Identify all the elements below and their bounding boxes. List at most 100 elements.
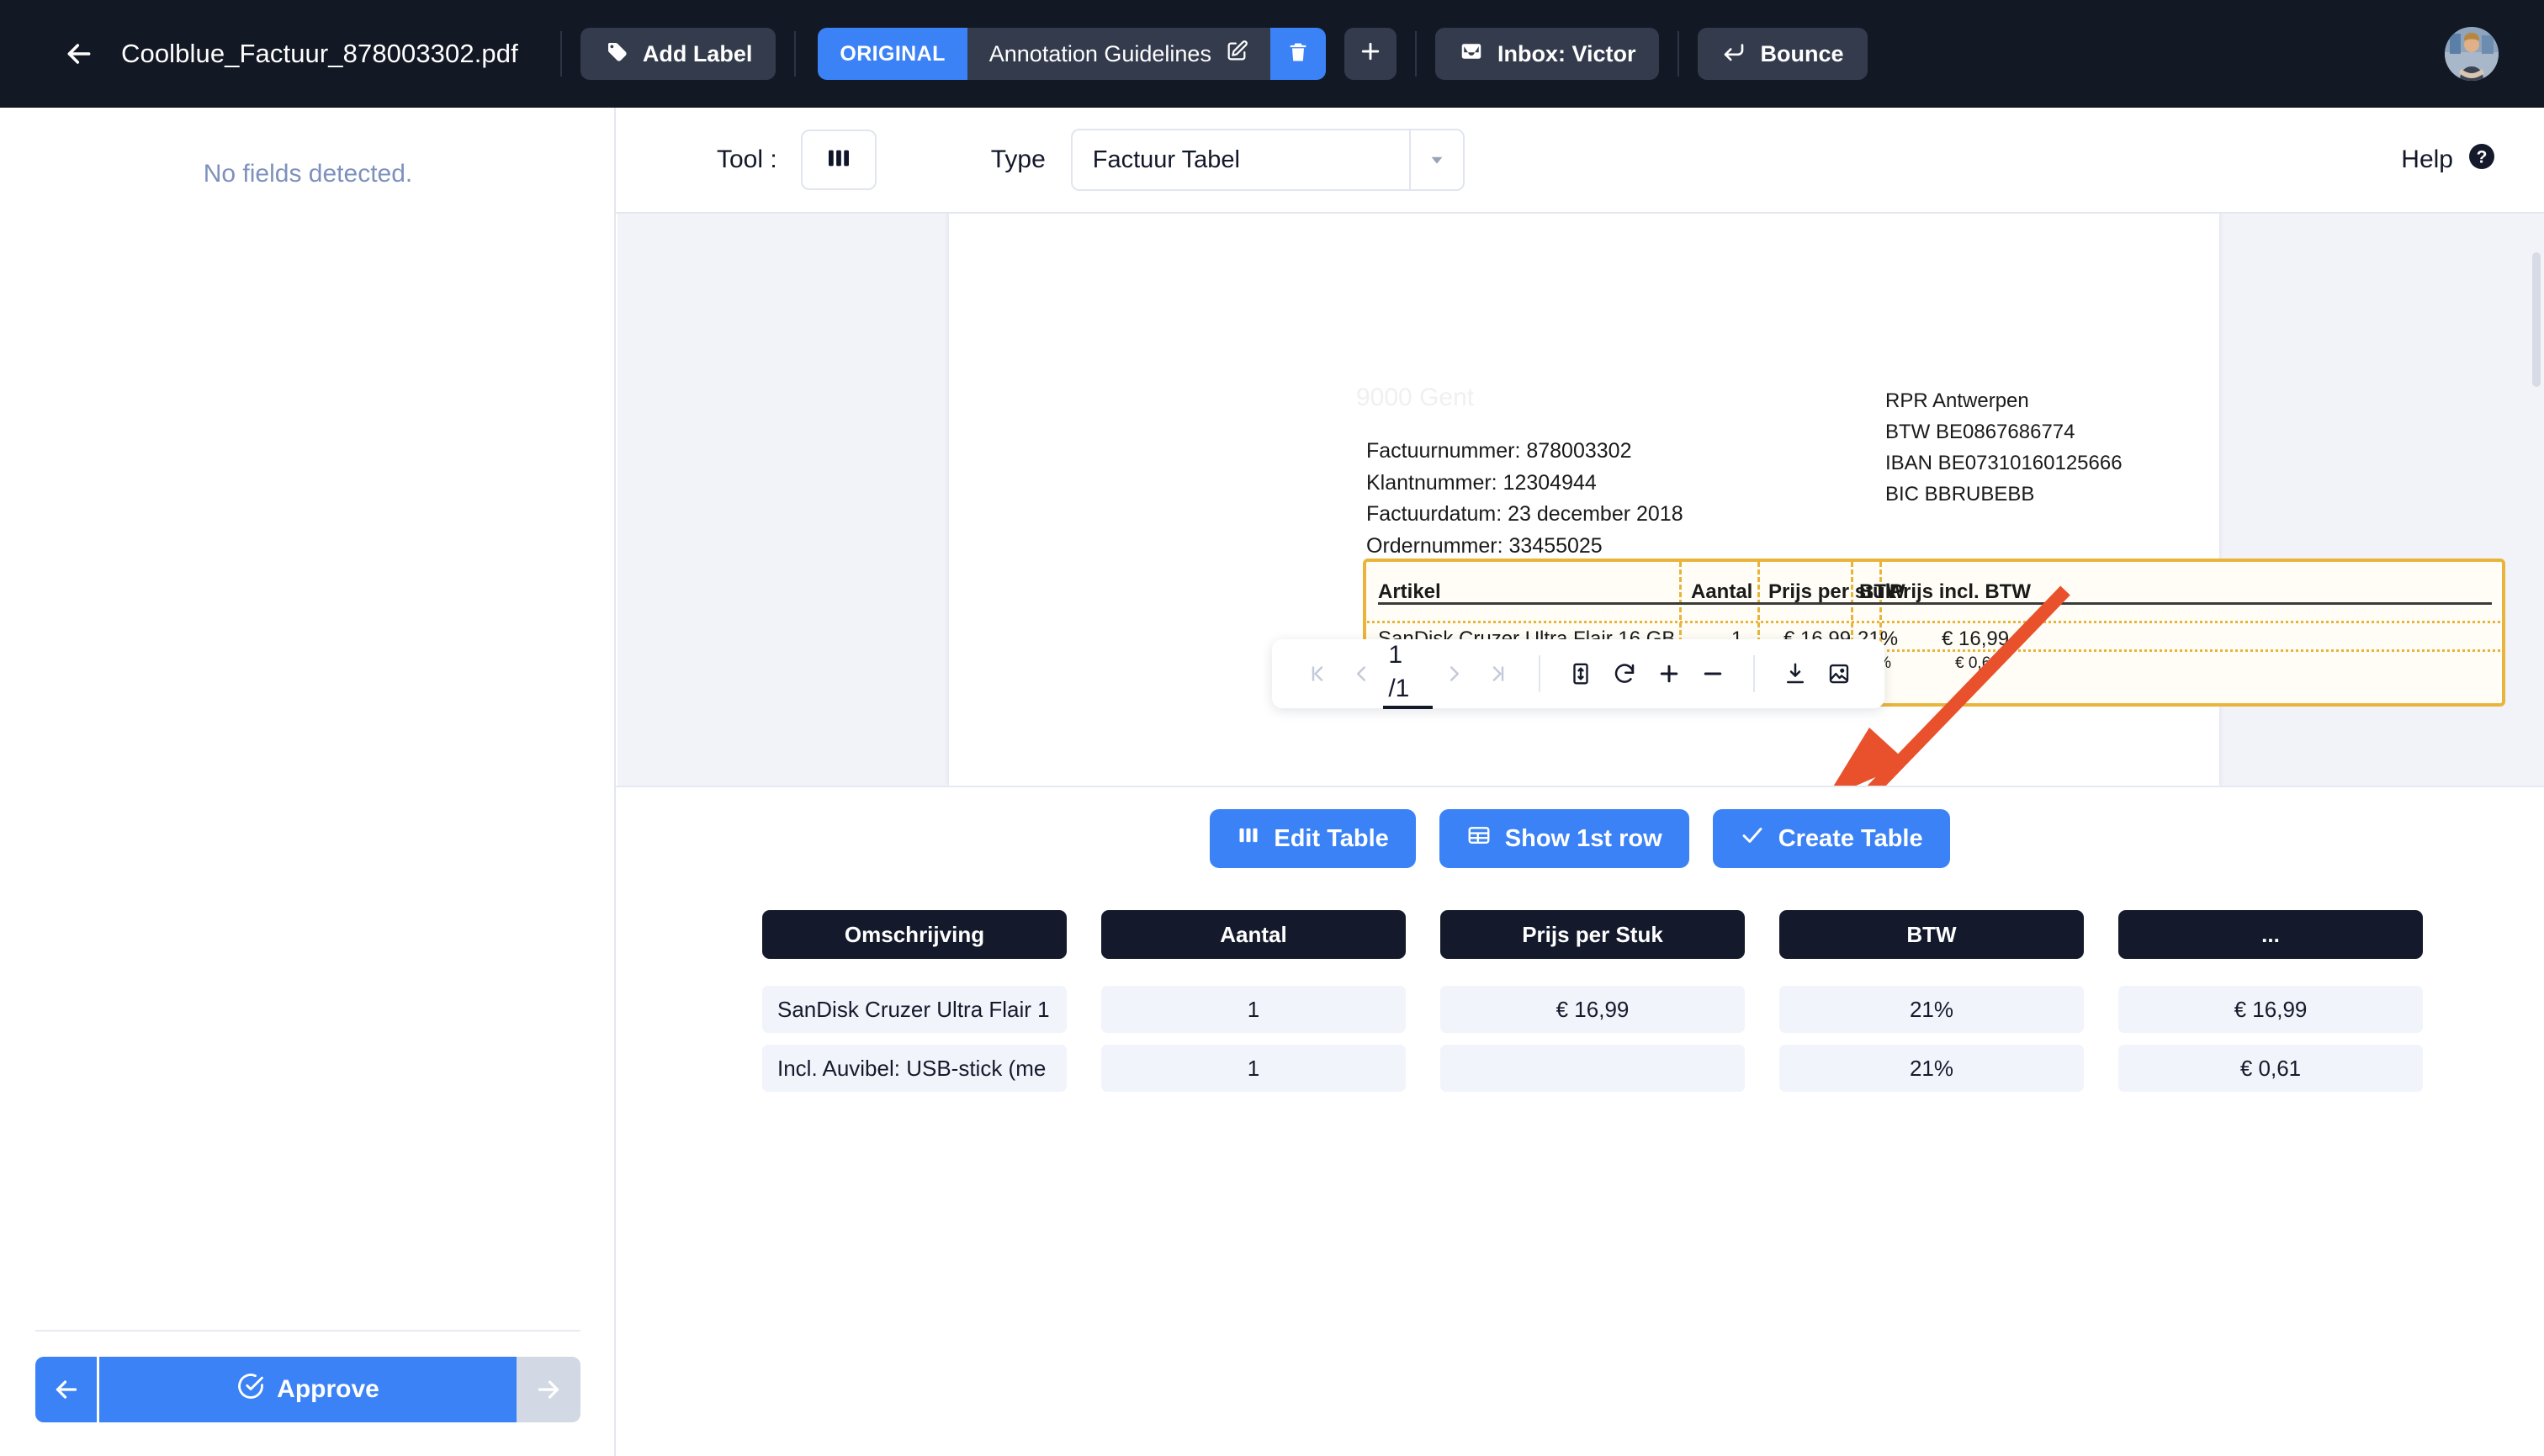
app-root: Coolblue_Factuur_878003302.pdf Add Label… — [0, 0, 2544, 1456]
inbox-label: Inbox: Victor — [1497, 40, 1636, 66]
page-title: Coolblue_Factuur_878003302.pdf — [121, 39, 518, 68]
invoice-body-cell: € 0,61 — [1955, 654, 2000, 672]
previous-page-button[interactable] — [1339, 650, 1383, 697]
add-label-button[interactable]: Add Label — [580, 28, 776, 80]
arrow-return-icon — [1721, 39, 1746, 70]
last-page-button[interactable] — [1476, 650, 1520, 697]
zoom-out-button[interactable] — [1691, 650, 1735, 697]
export-image-button[interactable] — [1817, 650, 1861, 697]
plus-icon — [1358, 39, 1383, 70]
divider — [1677, 31, 1680, 77]
divider — [794, 31, 797, 77]
table-cell[interactable]: 1 — [1101, 1045, 1406, 1092]
fit-page-button[interactable] — [1559, 650, 1603, 697]
invoice-meta-left: Factuurnummer: 878003302 Klantnummer: 12… — [1366, 436, 1683, 562]
bounce-label: Bounce — [1760, 40, 1844, 66]
table-icon — [1466, 823, 1492, 855]
trash-icon — [1286, 40, 1310, 68]
type-selected-value: Factuur Tabel — [1092, 146, 1240, 173]
column-header-btw[interactable]: BTW — [1779, 910, 2084, 959]
delete-label-button[interactable] — [1269, 28, 1326, 80]
columns-icon — [825, 145, 852, 176]
column-header-omschrijving[interactable]: Omschrijving — [762, 910, 1067, 959]
column-header-more[interactable]: ... — [2118, 910, 2423, 959]
approve-label: Approve — [277, 1375, 379, 1403]
row-divider[interactable] — [1363, 621, 2505, 623]
label-tab-group: ORIGINAL Annotation Guidelines — [818, 28, 1326, 80]
rotate-right-button[interactable] — [1603, 650, 1646, 697]
tab-annotation-guidelines[interactable]: Annotation Guidelines — [967, 28, 1270, 80]
invoice-field: RPR Antwerpen — [1885, 389, 2029, 412]
table-cell[interactable]: 21% — [1779, 1045, 2084, 1092]
table-tool-button[interactable] — [800, 130, 877, 190]
table-cell[interactable]: 1 — [1101, 986, 1406, 1033]
invoice-header-cell: Artikel — [1378, 580, 1441, 603]
document-city-line: 9000 Gent — [1356, 384, 1475, 411]
column-header-aantal[interactable]: Aantal — [1101, 910, 1406, 959]
invoice-field: BTW BE0867686774 — [1885, 421, 2075, 443]
tab-original[interactable]: ORIGINAL — [818, 28, 967, 80]
empty-state-text: No fields detected. — [203, 160, 413, 188]
table-cell[interactable]: Incl. Auvibel: USB-stick (me — [762, 1045, 1067, 1092]
table-cell[interactable]: € 0,61 — [2118, 1045, 2423, 1092]
invoice-body-cell: € 16,99 — [1942, 627, 2010, 650]
divider — [1414, 31, 1417, 77]
next-document-button[interactable] — [517, 1357, 580, 1422]
back-button[interactable] — [56, 30, 103, 77]
columns-icon — [1237, 823, 1260, 854]
show-first-row-button[interactable]: Show 1st row — [1439, 809, 1689, 868]
create-table-label: Create Table — [1778, 824, 1923, 852]
divider — [559, 31, 562, 77]
question-circle-icon: ? — [2467, 141, 2497, 178]
inbox-button[interactable]: Inbox: Victor — [1434, 28, 1660, 80]
add-label-text: Add Label — [642, 40, 753, 66]
invoice-field: Ordernummer: 33455025 — [1366, 533, 1603, 558]
fields-sidebar: No fields detected. Approve — [0, 108, 616, 1456]
inbox-icon — [1459, 39, 1484, 70]
approve-button[interactable]: Approve — [99, 1357, 517, 1422]
edit-table-label: Edit Table — [1274, 824, 1389, 852]
extracted-table-grid: Omschrijving Aantal Prijs per Stuk BTW .… — [762, 910, 2423, 1104]
bounce-button[interactable]: Bounce — [1698, 28, 1868, 80]
type-select[interactable]: Factuur Tabel — [1070, 129, 1465, 191]
annotation-toolbar: Tool : Type Factuur Tabel Help ? — [616, 108, 2544, 214]
tag-icon — [604, 39, 629, 70]
type-label: Type — [990, 146, 1046, 173]
chevron-down-icon[interactable] — [1408, 130, 1463, 189]
table-cell[interactable]: € 16,99 — [2118, 986, 2423, 1033]
zoom-in-button[interactable] — [1647, 650, 1691, 697]
invoice-field: Factuurdatum: 23 december 2018 — [1366, 502, 1683, 526]
approve-bar: Approve — [35, 1357, 580, 1422]
table-cell[interactable]: € 16,99 — [1440, 986, 1745, 1033]
divider — [1539, 655, 1541, 692]
add-tab-button[interactable] — [1344, 28, 1397, 80]
top-header: Coolblue_Factuur_878003302.pdf Add Label… — [0, 0, 2544, 108]
next-page-button[interactable] — [1433, 650, 1476, 697]
help-label: Help — [2401, 146, 2453, 173]
invoice-meta-right: RPR Antwerpen BTW BE0867686774 IBAN BE07… — [1885, 385, 2123, 510]
avatar[interactable] — [2445, 27, 2499, 81]
table-cell[interactable]: 21% — [1779, 986, 2084, 1033]
divider — [1752, 655, 1755, 692]
page-scrollbar[interactable] — [2532, 252, 2541, 387]
table-action-bar: Edit Table Show 1st row Create Table — [616, 786, 2544, 890]
download-button[interactable] — [1773, 650, 1817, 697]
table-cell[interactable]: SanDisk Cruzer Ultra Flair 1 — [762, 986, 1067, 1033]
show-first-row-label: Show 1st row — [1504, 824, 1662, 852]
previous-document-button[interactable] — [35, 1357, 99, 1422]
first-page-button[interactable] — [1296, 650, 1339, 697]
invoice-field: IBAN BE07310160125666 — [1885, 452, 2123, 474]
divider — [35, 1330, 580, 1332]
column-header-prijs-per-stuk[interactable]: Prijs per Stuk — [1440, 910, 1745, 959]
edit-table-button[interactable]: Edit Table — [1210, 809, 1416, 868]
svg-text:?: ? — [2477, 148, 2488, 167]
page-indicator[interactable]: 1 /1 — [1383, 638, 1433, 709]
create-table-button[interactable]: Create Table — [1712, 809, 1950, 868]
invoice-header-cell: Aantal — [1691, 580, 1753, 603]
check-icon — [1740, 823, 1765, 855]
invoice-field: Factuurnummer: 878003302 — [1366, 439, 1632, 463]
pdf-viewer-toolbar: 1 /1 — [1272, 638, 1884, 709]
edit-square-icon[interactable] — [1225, 40, 1248, 69]
help-button[interactable]: Help ? — [2401, 141, 2497, 178]
table-cell[interactable] — [1440, 1045, 1745, 1092]
